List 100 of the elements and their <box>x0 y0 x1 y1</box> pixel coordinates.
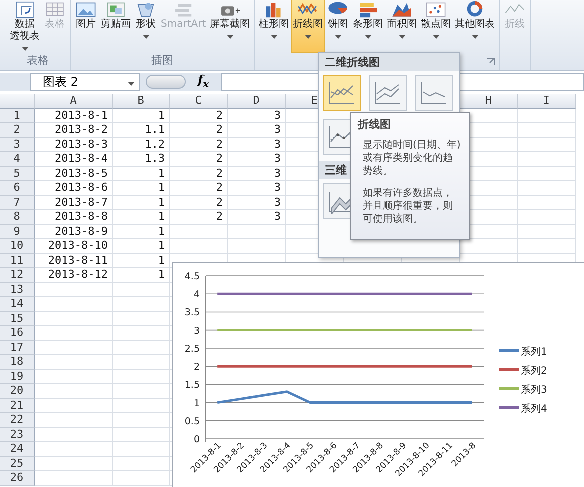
row-header[interactable]: 2 <box>0 123 35 138</box>
column-header[interactable]: A <box>35 94 113 109</box>
dialog-launcher-icon[interactable] <box>487 58 496 66</box>
row-header[interactable]: 16 <box>0 326 35 340</box>
table-cell <box>518 166 576 181</box>
column-header[interactable]: I <box>518 94 576 109</box>
table-cell: 1.3 <box>113 152 170 166</box>
axis-label: 4 <box>194 290 200 301</box>
table-cell <box>518 138 576 152</box>
table-cell: 3 <box>228 196 286 210</box>
tooltip-text: 如果有许多数据点，并且顺序很重要，则可使用该图。 <box>362 187 454 226</box>
column-header[interactable]: D <box>228 94 286 109</box>
formula-bar-handle[interactable] <box>146 75 186 89</box>
chart-type-option[interactable] <box>369 75 407 111</box>
menu-section-title: 二维折线图 <box>319 53 459 71</box>
table-cell <box>113 355 170 370</box>
chart-type-option[interactable] <box>323 75 361 111</box>
row-header[interactable]: 19 <box>0 370 35 384</box>
ribbon-button[interactable]: 其他图表 <box>453 0 498 53</box>
row-header[interactable]: 20 <box>0 384 35 398</box>
table-cell: 3 <box>228 210 286 224</box>
row-header[interactable]: 5 <box>0 166 35 181</box>
caret-icon <box>226 35 234 39</box>
row-header[interactable]: 8 <box>0 210 35 224</box>
table-cell: 2013-8-8 <box>35 210 113 224</box>
table-cell: 1 <box>113 166 170 181</box>
legend-label: 系列2 <box>521 365 548 377</box>
column-header[interactable]: C <box>170 94 228 109</box>
insert-function-button[interactable]: f$_{x}$ <box>192 73 216 91</box>
ribbon-button[interactable]: 图片 <box>73 0 99 53</box>
row-header[interactable]: 1 <box>0 108 35 123</box>
row-header[interactable]: 14 <box>0 297 35 312</box>
caret-icon <box>364 35 372 39</box>
table-cell <box>113 340 170 355</box>
table-cell <box>113 442 170 456</box>
table-cell: 1 <box>113 210 170 224</box>
row-header[interactable]: 15 <box>0 312 35 326</box>
row-header[interactable]: 4 <box>0 152 35 166</box>
row-header[interactable]: 25 <box>0 456 35 471</box>
row-header[interactable]: 3 <box>0 138 35 152</box>
legend-entry: 系列3 <box>499 385 548 396</box>
row-header[interactable]: 21 <box>0 398 35 413</box>
table-cell: 2013-8-1 <box>35 108 113 123</box>
row-header[interactable]: 17 <box>0 340 35 355</box>
tooltip-title: 折线图 <box>358 118 392 131</box>
table-cell <box>518 152 576 166</box>
row-header[interactable]: 13 <box>0 282 35 297</box>
ribbon-button[interactable]: 折线图 <box>291 0 326 53</box>
legend-label: 系列1 <box>521 346 548 358</box>
caret-icon <box>472 35 479 39</box>
row-header[interactable]: 22 <box>0 413 35 428</box>
row-header[interactable]: 10 <box>0 239 35 254</box>
axis-label: 3.5 <box>184 308 200 319</box>
table-cell: 2013-8-10 <box>35 239 113 254</box>
table-cell: 1.1 <box>113 123 170 138</box>
ribbon-button[interactable]: 散点图 <box>419 0 454 53</box>
pivot-table-icon <box>14 1 36 19</box>
ribbon-button[interactable]: 条形图 <box>351 0 386 53</box>
table-cell <box>113 456 170 471</box>
table-cell <box>228 224 286 239</box>
table-cell: 1.2 <box>113 138 170 152</box>
table-cell: 2013-8-4 <box>35 152 113 166</box>
legend-entry: 系列4 <box>499 404 548 415</box>
name-box[interactable]: 图表 2 <box>30 73 140 91</box>
ribbon-button[interactable]: 饼图 <box>325 0 352 53</box>
table-cell <box>113 370 170 384</box>
row-header[interactable]: 26 <box>0 471 35 486</box>
ribbon-button[interactable]: 剪贴画 <box>99 0 133 53</box>
row-header[interactable]: 12 <box>0 268 35 282</box>
column-header[interactable]: H <box>460 94 518 109</box>
ribbon-button[interactable]: 屏幕截图 <box>208 0 252 53</box>
column-header[interactable]: B <box>113 94 170 109</box>
ribbon-button[interactable]: 柱形图 <box>257 0 292 53</box>
table-cell: 3 <box>228 152 286 166</box>
select-all-corner[interactable] <box>0 94 35 109</box>
table-cell: 2013-8-2 <box>35 123 113 138</box>
row-header[interactable]: 9 <box>0 224 35 239</box>
caret-icon <box>432 35 440 39</box>
chart-type-option[interactable] <box>415 75 453 111</box>
table-icon <box>44 1 66 19</box>
row-header[interactable]: 11 <box>0 254 35 268</box>
table-cell: 2013-8-9 <box>35 224 113 239</box>
caret-icon <box>334 35 342 39</box>
table-cell: 2013-8-7 <box>35 196 113 210</box>
row-header[interactable]: 18 <box>0 355 35 370</box>
table-cell <box>113 398 170 413</box>
ribbon-button[interactable]: 数据 透视表 <box>8 0 42 53</box>
ribbon-button[interactable]: 面积图 <box>385 0 420 53</box>
table-cell <box>170 224 228 239</box>
table-cell <box>518 181 576 196</box>
line-chart-icon <box>328 80 356 106</box>
ribbon-button[interactable]: 形状 <box>133 0 159 53</box>
table-cell: 2 <box>170 166 228 181</box>
row-header[interactable]: 6 <box>0 181 35 196</box>
table-cell <box>518 210 576 224</box>
row-header[interactable]: 23 <box>0 428 35 442</box>
table-cell: 2013-8-3 <box>35 138 113 152</box>
row-header[interactable]: 7 <box>0 196 35 210</box>
row-header[interactable]: 24 <box>0 442 35 456</box>
caret-icon <box>304 35 312 39</box>
